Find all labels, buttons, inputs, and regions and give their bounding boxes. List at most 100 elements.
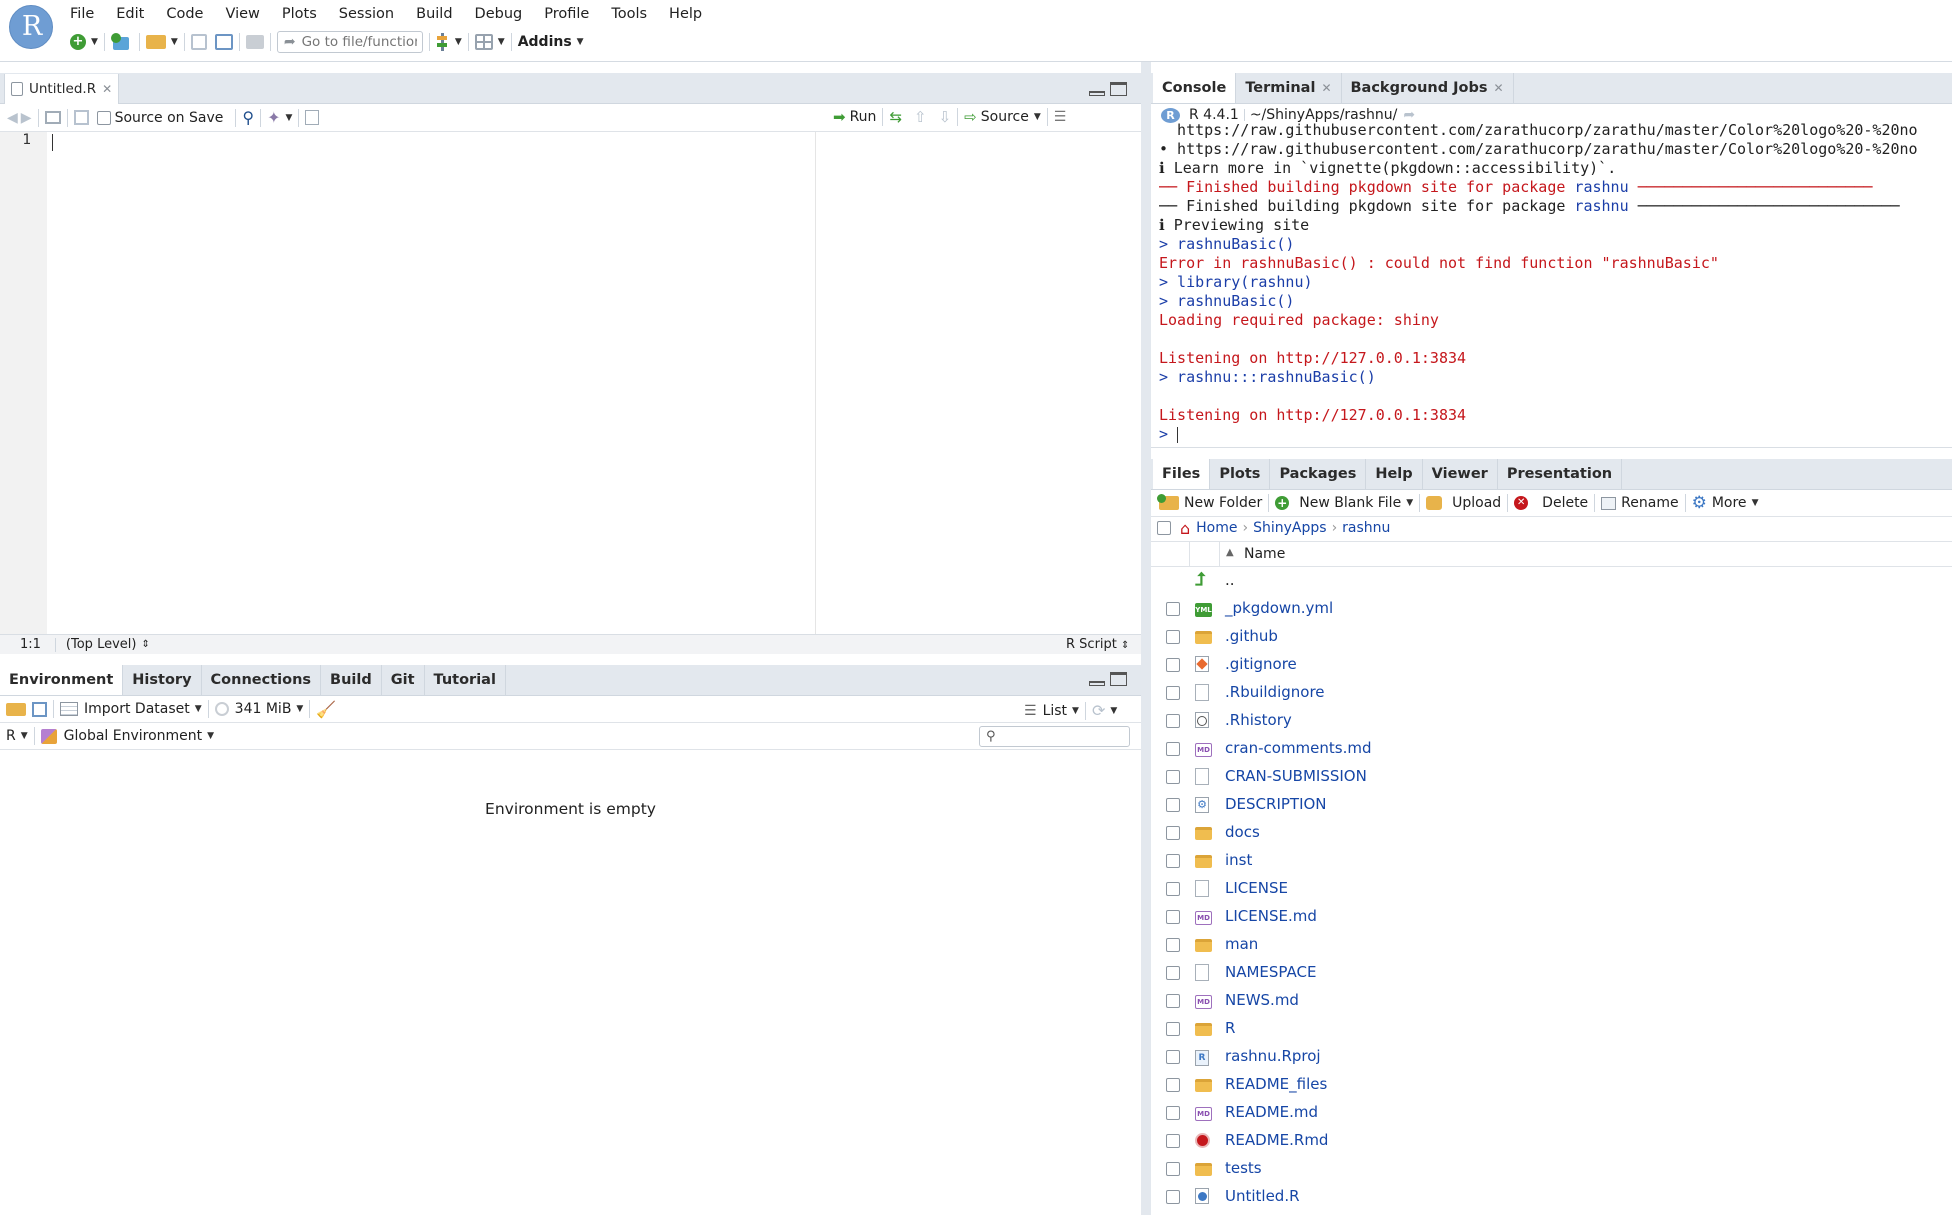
file-row[interactable]: Untitled.R xyxy=(1151,1183,1952,1211)
file-name-link[interactable]: tests xyxy=(1225,1159,1262,1177)
file-row[interactable]: inst xyxy=(1151,847,1952,875)
file-row[interactable]: NAMESPACE xyxy=(1151,959,1952,987)
run-button[interactable]: Run xyxy=(850,109,877,125)
file-name-link[interactable]: NEWS.md xyxy=(1225,991,1299,1009)
save-workspace-icon[interactable] xyxy=(32,701,47,717)
open-file-icon[interactable] xyxy=(145,35,166,49)
tab-background-jobs[interactable]: Background Jobs ✕ xyxy=(1342,73,1514,103)
refresh-caret-icon[interactable]: ▼ xyxy=(1110,706,1117,716)
tab-help[interactable]: Help xyxy=(1366,459,1423,489)
file-name-link[interactable]: LICENSE xyxy=(1225,879,1288,897)
tab-build[interactable]: Build xyxy=(321,665,382,695)
file-checkbox[interactable] xyxy=(1166,1022,1180,1036)
right-horizontal-splitter[interactable] xyxy=(1151,447,1952,459)
file-row[interactable]: docs xyxy=(1151,819,1952,847)
env-search-input[interactable]: ⚲ xyxy=(979,726,1130,747)
tab-environment[interactable]: Environment xyxy=(0,665,124,695)
env-minimize-icon[interactable] xyxy=(1089,681,1105,686)
file-row[interactable]: MD cran-comments.md xyxy=(1151,735,1952,763)
clear-broom-icon[interactable]: 🧹 xyxy=(316,700,336,719)
menu-plots[interactable]: Plots xyxy=(282,6,317,22)
file-name-link[interactable]: R xyxy=(1225,1019,1235,1037)
code-tools-icon[interactable]: ✦ xyxy=(267,108,280,127)
close-icon[interactable]: ✕ xyxy=(102,82,112,96)
file-name-link[interactable]: docs xyxy=(1225,823,1260,841)
show-in-window-icon[interactable] xyxy=(44,111,61,124)
list-view-button[interactable]: List xyxy=(1043,703,1067,719)
more-caret-icon[interactable]: ▼ xyxy=(1752,498,1759,508)
file-row[interactable]: .github xyxy=(1151,623,1952,651)
forward-icon[interactable]: ▶ xyxy=(21,110,32,126)
language-caret-icon[interactable]: ▼ xyxy=(21,731,28,741)
menu-session[interactable]: Session xyxy=(339,6,394,22)
tab-git[interactable]: Git xyxy=(382,665,425,695)
file-row[interactable]: .gitignore xyxy=(1151,651,1952,679)
outline-icon[interactable]: ☰ xyxy=(1054,109,1067,125)
import-dataset-icon[interactable] xyxy=(60,702,78,716)
rerun-icon[interactable]: ⇆ xyxy=(889,108,902,126)
tab-packages[interactable]: Packages xyxy=(1270,459,1367,489)
name-column-header[interactable]: Name xyxy=(1244,546,1285,562)
menu-build[interactable]: Build xyxy=(416,6,452,22)
new-blank-file-button[interactable]: New Blank File xyxy=(1299,495,1401,511)
next-chunk-icon[interactable]: ⇩ xyxy=(939,108,952,126)
file-checkbox[interactable] xyxy=(1166,1050,1180,1064)
select-all-checkbox[interactable] xyxy=(1157,521,1171,535)
new-file-icon[interactable]: + xyxy=(70,34,86,50)
list-caret-icon[interactable]: ▼ xyxy=(1072,706,1079,716)
editor-save-icon[interactable] xyxy=(73,110,89,125)
run-icon[interactable]: ➡ xyxy=(833,108,846,126)
console-output[interactable]: https://raw.githubusercontent.com/zarath… xyxy=(1159,121,1952,443)
file-row[interactable]: R xyxy=(1151,1015,1952,1043)
memory-caret-icon[interactable]: ▼ xyxy=(296,704,303,714)
file-checkbox[interactable] xyxy=(1166,602,1180,616)
file-row[interactable]: MD README.md xyxy=(1151,1099,1952,1127)
file-name-link[interactable]: README.md xyxy=(1225,1103,1318,1121)
upload-button[interactable]: Upload xyxy=(1452,495,1501,511)
vertical-splitter[interactable] xyxy=(1141,62,1151,1215)
breadcrumb-rashnu[interactable]: rashnu xyxy=(1342,520,1390,536)
file-checkbox[interactable] xyxy=(1166,714,1180,728)
tab-terminal[interactable]: Terminal ✕ xyxy=(1236,73,1342,103)
file-row[interactable]: ⚙ DESCRIPTION xyxy=(1151,791,1952,819)
file-checkbox[interactable] xyxy=(1166,910,1180,924)
menu-profile[interactable]: Profile xyxy=(544,6,589,22)
menu-debug[interactable]: Debug xyxy=(475,6,523,22)
compile-report-icon[interactable] xyxy=(305,110,320,125)
import-dataset-caret-icon[interactable]: ▼ xyxy=(195,704,202,714)
menu-help[interactable]: Help xyxy=(669,6,702,22)
file-row[interactable]: .Rhistory xyxy=(1151,707,1952,735)
file-checkbox[interactable] xyxy=(1166,826,1180,840)
file-row[interactable]: README.Rmd xyxy=(1151,1127,1952,1155)
import-dataset-button[interactable]: Import Dataset xyxy=(84,701,190,717)
minimize-icon[interactable] xyxy=(1089,91,1105,96)
more-button[interactable]: More xyxy=(1712,495,1747,511)
parent-dir-row[interactable]: ⮥ .. xyxy=(1151,567,1952,595)
file-name-link[interactable]: CRAN-SUBMISSION xyxy=(1225,767,1367,785)
back-icon[interactable]: ◀ xyxy=(7,110,18,126)
file-row[interactable]: YML _pkgdown.yml xyxy=(1151,595,1952,623)
file-row[interactable]: README_files xyxy=(1151,1071,1952,1099)
sort-ascending-icon[interactable]: ▲ xyxy=(1226,547,1234,558)
file-row[interactable]: MD LICENSE.md xyxy=(1151,903,1952,931)
search-icon[interactable]: ⚲ xyxy=(242,108,254,127)
new-file-caret-icon[interactable]: ▼ xyxy=(91,37,98,47)
delete-button[interactable]: Delete xyxy=(1542,495,1588,511)
git-vcs-icon[interactable] xyxy=(436,33,450,51)
tab-files[interactable]: Files xyxy=(1153,459,1211,489)
panes-layout-icon[interactable] xyxy=(474,34,493,50)
file-checkbox[interactable] xyxy=(1166,1190,1180,1204)
addins-button[interactable]: Addins xyxy=(518,34,572,50)
scope-selector[interactable]: (Top Level) xyxy=(66,637,137,652)
tab-tutorial[interactable]: Tutorial xyxy=(425,665,506,695)
scope-caret-icon[interactable]: ⇕ xyxy=(141,639,149,650)
file-name-link[interactable]: cran-comments.md xyxy=(1225,739,1372,757)
file-name-link[interactable]: inst xyxy=(1225,851,1252,869)
breadcrumb-home[interactable]: Home xyxy=(1196,520,1237,536)
save-icon[interactable] xyxy=(190,34,207,50)
file-row[interactable]: Rrashnu.Rproj xyxy=(1151,1043,1952,1071)
global-env-caret-icon[interactable]: ▼ xyxy=(207,731,214,741)
file-name-link[interactable]: README_files xyxy=(1225,1075,1327,1093)
file-row[interactable]: CRAN-SUBMISSION xyxy=(1151,763,1952,791)
code-editor[interactable] xyxy=(47,132,1141,634)
